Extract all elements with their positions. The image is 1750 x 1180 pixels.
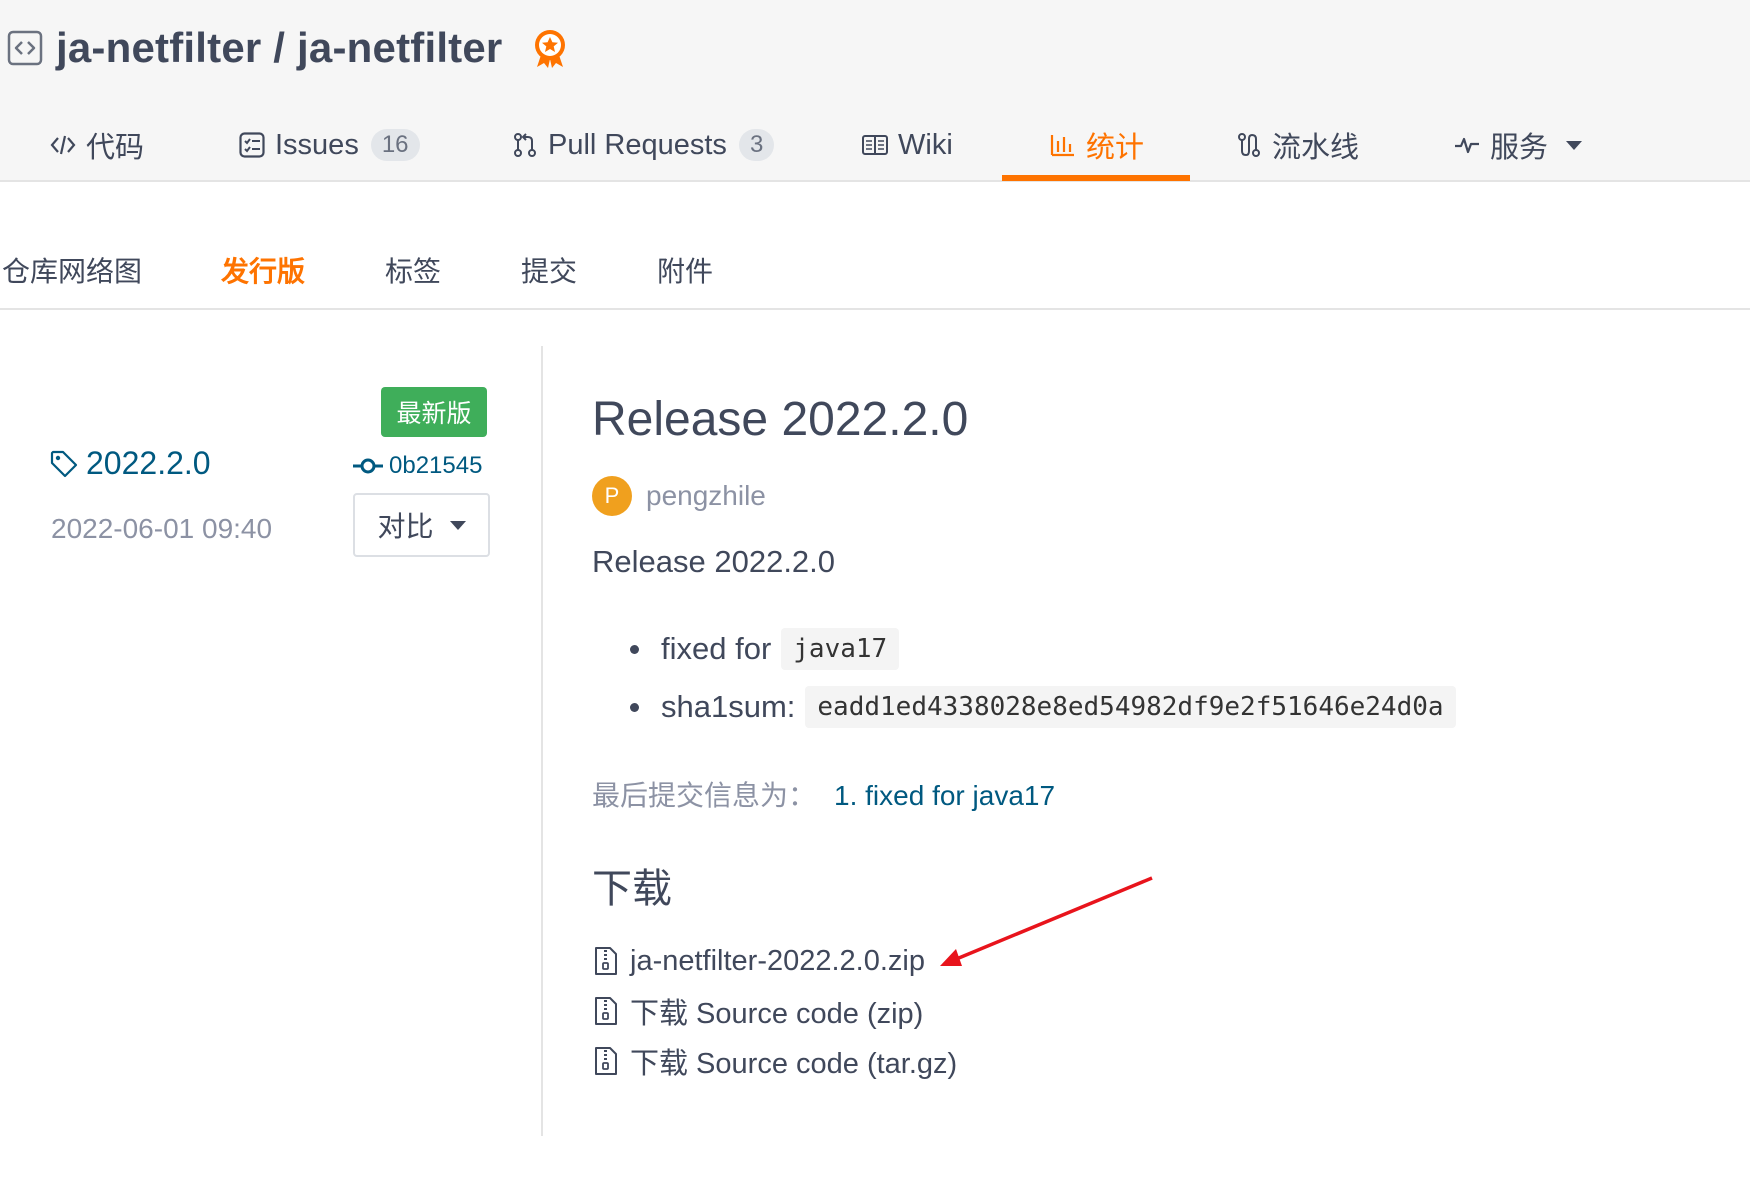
downloads-heading: 下载 <box>592 867 672 911</box>
pull-request-icon <box>510 130 540 160</box>
pipeline-icon <box>1234 130 1264 160</box>
active-tab-indicator <box>1002 175 1190 181</box>
download-label: 下载 Source code (zip) <box>630 998 924 1030</box>
list-item: sha1sum: eadd1ed4338028e8ed54982df9e2f51… <box>592 678 1456 736</box>
tab-pull-requests[interactable]: Pull Requests 3 <box>510 108 775 182</box>
compare-button-label: 对比 <box>377 511 434 542</box>
tab-wiki-label: Wiki <box>898 128 953 161</box>
bullet <box>630 644 639 654</box>
tab-wiki[interactable]: Wiki <box>860 108 953 182</box>
tab-issues-label: Issues <box>275 128 359 161</box>
repo-owner-link[interactable]: ja-netfilter <box>56 24 261 71</box>
download-label: 下载 Source code (tar.gz) <box>630 1048 958 1080</box>
tab-pipeline[interactable]: 流水线 <box>1234 108 1359 182</box>
tab-pipeline-label: 流水线 <box>1272 132 1360 164</box>
release-tag[interactable]: 2022.2.0 <box>48 445 211 482</box>
tab-services-label: 服务 <box>1490 132 1549 164</box>
recommended-badge-icon[interactable] <box>528 26 572 70</box>
downloads-list: ja-netfilter-2022.2.0.zip 下载 Source code… <box>592 936 957 1086</box>
compare-button[interactable]: 对比 <box>353 493 490 557</box>
subtab-attachments[interactable]: 附件 <box>657 250 713 290</box>
note-text: sha1sum: <box>661 689 796 724</box>
release-tag-name: 2022.2.0 <box>86 445 211 481</box>
release-commit-hash: 0b21545 <box>389 452 483 479</box>
tag-icon <box>48 448 80 480</box>
repo-title-separator: / <box>261 24 298 71</box>
repo-nav-tabs: 代码 Issues 16 Pull Requests 3 Wiki 统计 流水线 <box>0 108 1750 182</box>
note-code: eadd1ed4338028e8ed54982df9e2f51646e24d0a <box>805 686 1456 728</box>
latest-release-badge: 最新版 <box>381 387 487 437</box>
release-title: Release 2022.2.0 <box>592 393 969 446</box>
last-commit-label: 最后提交信息为： <box>592 780 817 811</box>
list-item: fixed for java17 <box>592 620 1456 678</box>
download-source-targz-link[interactable]: 下载 Source code (tar.gz) <box>592 1036 957 1086</box>
release-commit[interactable]: 0b21545 <box>353 452 482 480</box>
subtab-releases[interactable]: 发行版 <box>221 250 305 290</box>
repo-name-link[interactable]: ja-netfilter <box>297 24 502 71</box>
issues-icon <box>237 130 267 160</box>
repository-icon <box>6 29 44 67</box>
commit-icon <box>353 454 385 478</box>
last-commit-info: 最后提交信息为： 1. fixed for java17 <box>592 774 1055 814</box>
note-code: java17 <box>781 628 900 670</box>
wiki-icon <box>860 130 890 160</box>
tab-statistics[interactable]: 统计 <box>1048 108 1144 182</box>
download-label: ja-netfilter-2022.2.0.zip <box>630 944 925 977</box>
chart-icon <box>1048 130 1078 160</box>
repo-title: ja-netfilter / ja-netfilter <box>56 24 502 72</box>
annotation-arrow <box>940 876 1153 966</box>
note-text: fixed for <box>661 631 772 666</box>
avatar: P <box>592 476 632 516</box>
chevron-down-icon <box>1566 140 1583 150</box>
subtab-commits[interactable]: 提交 <box>521 250 577 290</box>
download-source-zip-link[interactable]: 下载 Source code (zip) <box>592 986 957 1036</box>
tab-code[interactable]: 代码 <box>48 108 144 182</box>
release-author[interactable]: P pengzhile <box>592 476 766 516</box>
code-icon <box>48 130 78 160</box>
bullet <box>630 702 639 712</box>
tab-pull-requests-label: Pull Requests <box>548 128 727 161</box>
author-name: pengzhile <box>646 480 766 511</box>
zip-file-icon <box>592 945 620 977</box>
pull-requests-count-badge: 3 <box>738 129 775 161</box>
download-asset-link[interactable]: ja-netfilter-2022.2.0.zip <box>592 936 957 986</box>
tab-code-label: 代码 <box>86 132 145 164</box>
tab-statistics-label: 统计 <box>1086 132 1145 164</box>
issues-count-badge: 16 <box>370 129 420 161</box>
tab-issues[interactable]: Issues 16 <box>237 108 420 182</box>
release-column-divider <box>541 346 543 1136</box>
statistics-sub-tabs: 仓库网络图 发行版 标签 提交 附件 <box>0 236 1750 310</box>
last-commit-link[interactable]: 1. fixed for java17 <box>834 780 1055 811</box>
subtab-tags[interactable]: 标签 <box>385 250 441 290</box>
release-notes-list: fixed for java17 sha1sum: eadd1ed4338028… <box>592 620 1456 736</box>
pulse-icon <box>1452 130 1482 160</box>
tab-services[interactable]: 服务 <box>1452 108 1583 182</box>
subtab-network-graph[interactable]: 仓库网络图 <box>2 250 142 290</box>
zip-file-icon <box>592 1045 620 1077</box>
repo-header: ja-netfilter / ja-netfilter <box>6 18 572 78</box>
release-date: 2022-06-01 09:40 <box>51 513 273 544</box>
release-description: Release 2022.2.0 <box>592 544 836 579</box>
zip-file-icon <box>592 995 620 1027</box>
chevron-down-icon <box>449 520 466 530</box>
